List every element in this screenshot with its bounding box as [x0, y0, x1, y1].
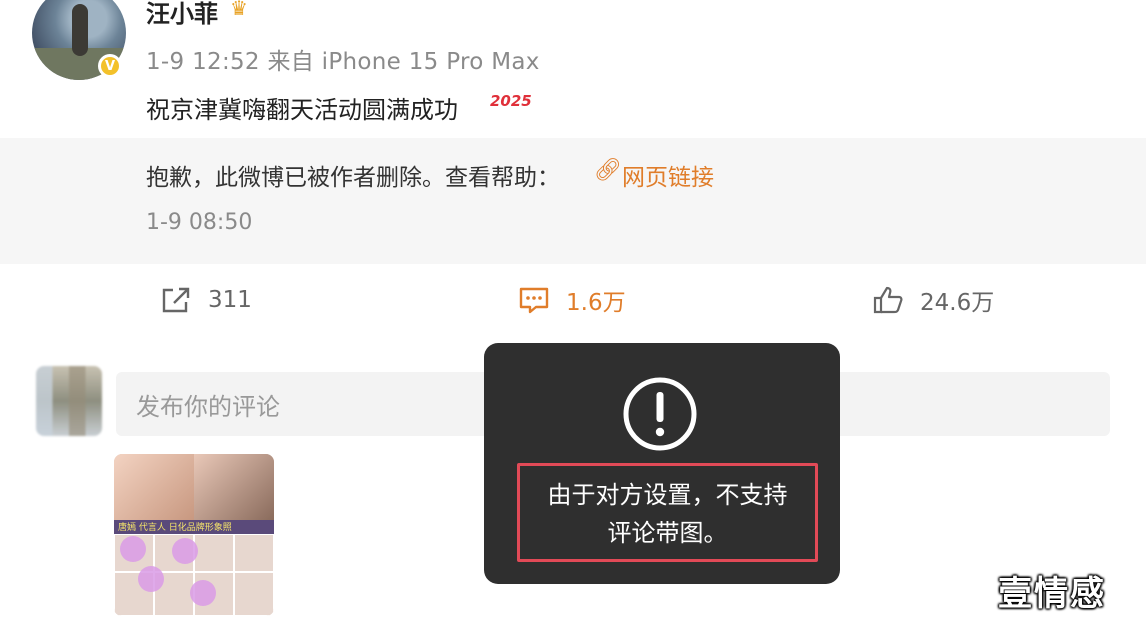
repost-time: 1-9 08:50 — [146, 210, 253, 235]
author-username[interactable]: 汪小菲 — [146, 0, 218, 29]
thumb-grid-cell — [234, 534, 274, 572]
comment-icon — [519, 287, 549, 314]
like-count: 24.6万 — [920, 290, 995, 316]
thumb-caption: 唐嫣 代言人 日化品牌形象照 — [118, 523, 232, 533]
exclamation-circle-icon — [623, 377, 697, 451]
comment-placeholder: 发布你的评论 — [136, 392, 280, 421]
attached-image-thumbnail[interactable]: 唐嫣 代言人 日化品牌形象照 — [114, 454, 274, 616]
repost-container[interactable] — [0, 138, 1146, 264]
deleted-notice: 抱歉，此微博已被作者删除。查看帮助： — [146, 165, 560, 191]
blur-sticker-icon — [138, 566, 164, 592]
crown-icon: ♛ — [230, 0, 248, 20]
post-meta: 1-9 12:52 来自 iPhone 15 Pro Max — [146, 49, 540, 75]
link-icon[interactable]: 🔗︎ — [594, 158, 622, 183]
blur-sticker-icon — [190, 580, 216, 606]
post-text: 祝京津冀嗨翻天活动圆满成功 — [146, 96, 458, 124]
current-user-avatar — [36, 366, 102, 436]
thumb-grid-cell — [234, 572, 274, 616]
share-icon — [162, 287, 190, 313]
thumb-grid-cell — [194, 534, 234, 572]
year-emoji: 2025 — [490, 92, 532, 110]
thumb-photo-1 — [114, 454, 194, 520]
share-count: 311 — [208, 287, 252, 313]
verified-badge-icon: V — [98, 54, 122, 78]
toast-message: 由于对方设置，不支持 评论带图。 — [520, 476, 815, 552]
comment-button[interactable]: 1.6万 — [518, 282, 626, 318]
like-button[interactable]: 24.6万 — [872, 282, 994, 318]
share-button[interactable]: 311 — [160, 282, 252, 318]
avatar-figure — [72, 4, 88, 56]
thumbs-up-icon — [873, 286, 903, 314]
web-link[interactable]: 网页链接 — [622, 158, 714, 192]
blur-sticker-icon — [120, 536, 146, 562]
toast-message-line: 由于对方设置，不支持 — [547, 481, 788, 509]
blur-sticker-icon — [172, 538, 198, 564]
comment-count: 1.6万 — [566, 290, 626, 316]
thumb-photo-2 — [194, 454, 274, 520]
toast-message-line: 评论带图。 — [607, 519, 728, 547]
watermark: 壹情感 — [998, 574, 1106, 614]
